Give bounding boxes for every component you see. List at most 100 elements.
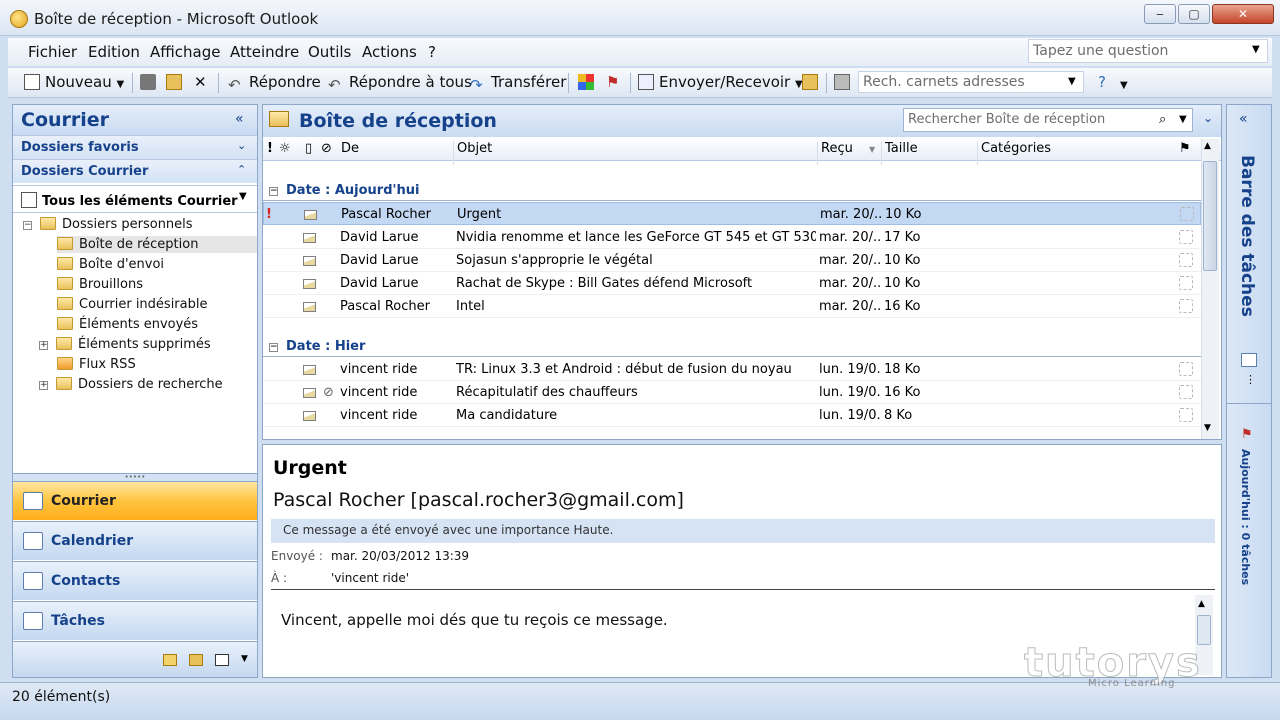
all-mail-items-selector[interactable]: Tous les éléments Courrier	[13, 185, 257, 213]
expand-icon[interactable]: +	[39, 381, 48, 390]
menu-outils[interactable]: Outils	[308, 43, 351, 61]
to-value[interactable]: 'vincent ride'	[331, 571, 409, 585]
expand-search-icon[interactable]: ⌄	[1203, 111, 1213, 125]
move-to-folder-icon[interactable]	[166, 73, 187, 91]
group-header-today[interactable]: − Date : Aujourd'hui	[263, 179, 1203, 201]
flag-icon[interactable]	[1179, 253, 1193, 267]
flag-icon[interactable]	[1179, 299, 1193, 313]
mail-row[interactable]: vincent ride TR: Linux 3.3 et Android : …	[263, 358, 1201, 381]
scroll-thumb[interactable]	[1203, 161, 1217, 271]
menu-atteindre[interactable]: Atteindre	[230, 43, 299, 61]
reply-all-button[interactable]: ↶ Répondre à tous	[328, 73, 472, 94]
flag-icon[interactable]	[1179, 362, 1193, 376]
flag-status-column-icon[interactable]: ⚑	[1179, 141, 1191, 156]
menu-help[interactable]: ?	[428, 43, 436, 61]
collapse-icon[interactable]: −	[23, 221, 32, 230]
menu-affichage[interactable]: Affichage	[150, 43, 220, 61]
print-icon[interactable]	[140, 73, 161, 91]
tree-folder-junk[interactable]: Courrier indésirable	[57, 297, 207, 312]
categorize-icon[interactable]	[578, 73, 599, 91]
nav-button-mail[interactable]: Courrier	[13, 481, 257, 520]
icon-column-icon[interactable]: ▯	[305, 141, 312, 156]
outlook-app-icon[interactable]	[10, 10, 28, 28]
tree-personal-folders[interactable]: − Dossiers personnels	[23, 217, 193, 232]
search-icon[interactable]: ⌕	[1159, 112, 1166, 127]
flag-icon[interactable]	[1179, 230, 1193, 244]
notes-icon[interactable]	[163, 654, 177, 666]
favorite-folders-header[interactable]: Dossiers favoris	[13, 135, 257, 159]
mail-folders-header[interactable]: Dossiers Courrier	[13, 159, 257, 183]
expand-todo-bar-icon[interactable]: «	[1239, 111, 1248, 127]
tree-folder-sent[interactable]: Éléments envoyés	[57, 317, 198, 332]
mail-row[interactable]: Pascal Rocher Intel mar. 20/... 16 Ko	[263, 295, 1201, 318]
tree-folder-deleted[interactable]: + Éléments supprimés	[39, 337, 211, 352]
folder-list-icon[interactable]	[189, 654, 203, 666]
collapse-mail-folders-icon[interactable]: ⌃	[237, 163, 246, 176]
forward-button[interactable]: ↷ Transférer	[470, 73, 566, 94]
nav-button-contacts[interactable]: Contacts	[13, 561, 257, 600]
menu-fichier[interactable]: Fichier	[28, 43, 77, 61]
reminder-column-icon[interactable]: ☼	[279, 141, 291, 156]
nav-button-calendar[interactable]: Calendrier	[13, 521, 257, 560]
open-folder-icon[interactable]	[802, 73, 823, 91]
collapse-group-icon[interactable]: −	[269, 343, 278, 352]
column-categories[interactable]: Catégories	[981, 141, 1051, 156]
group-header-yesterday[interactable]: − Date : Hier	[263, 335, 1203, 357]
tree-folder-inbox[interactable]: Boîte de réception	[57, 236, 257, 253]
search-options-icon[interactable]: ▼	[1179, 114, 1187, 125]
close-button[interactable]: ✕	[1212, 4, 1274, 24]
address-book-search-input[interactable]: Rech. carnets adresses	[858, 71, 1084, 93]
column-size[interactable]: Taille	[885, 141, 918, 156]
flag-icon[interactable]	[1179, 276, 1193, 290]
help-question-input[interactable]: Tapez une question	[1028, 39, 1268, 63]
mail-row[interactable]: ! Pascal Rocher Urgent mar. 20/... 10 Ko	[263, 202, 1201, 225]
tree-folder-search[interactable]: + Dossiers de recherche	[39, 377, 223, 392]
menu-actions[interactable]: Actions	[362, 43, 417, 61]
mail-row[interactable]: ⊘ vincent ride Récapitulatif des chauffe…	[263, 381, 1201, 404]
flag-icon[interactable]	[1179, 385, 1193, 399]
more-icon[interactable]: ⋮	[1245, 373, 1256, 386]
toolbar-options-icon[interactable]: ▼	[1120, 80, 1128, 91]
help-icon[interactable]: ?	[1098, 73, 1106, 91]
new-dropdown-icon[interactable]: ▼	[117, 79, 125, 90]
column-subject[interactable]: Objet	[457, 141, 492, 156]
configure-buttons-icon[interactable]: ▼	[241, 654, 248, 664]
expand-favorites-icon[interactable]: ⌄	[237, 139, 246, 152]
scroll-down-icon[interactable]: ▼	[1204, 423, 1211, 433]
attachment-column-icon[interactable]: ⊘	[321, 141, 332, 156]
flag-icon[interactable]	[1180, 207, 1194, 221]
delete-icon[interactable]: ✕	[194, 73, 207, 91]
message-sender[interactable]: Pascal Rocher [pascal.rocher3@gmail.com]	[273, 489, 684, 511]
nav-button-tasks[interactable]: Tâches	[13, 601, 257, 640]
flag-icon[interactable]	[1179, 408, 1193, 422]
menu-edition[interactable]: Edition	[88, 43, 140, 61]
todo-today-count[interactable]: Aujourd'hui : 0 tâches	[1239, 449, 1252, 585]
collapse-group-icon[interactable]: −	[269, 187, 278, 196]
follow-up-flag-icon[interactable]: ⚑	[606, 73, 619, 91]
nav-splitter[interactable]: •••••	[13, 473, 257, 481]
send-receive-button[interactable]: Envoyer/Recevoir ▼	[638, 73, 803, 91]
maximize-button[interactable]: ▢	[1178, 4, 1210, 24]
message-list-scrollbar[interactable]: ▲ ▼	[1201, 139, 1219, 439]
shortcuts-icon[interactable]	[215, 654, 229, 666]
inbox-search-input[interactable]: Rechercher Boîte de réception	[903, 108, 1193, 132]
tree-folder-drafts[interactable]: Brouillons	[57, 277, 143, 292]
column-from[interactable]: De	[341, 141, 359, 156]
mail-row[interactable]: David Larue Sojasun s'approprie le végét…	[263, 249, 1201, 272]
address-book-icon[interactable]	[834, 73, 855, 91]
all-items-dropdown-icon[interactable]: ▼	[239, 191, 247, 202]
expand-icon[interactable]: +	[39, 341, 48, 350]
address-book-dropdown-icon[interactable]: ▼	[1068, 76, 1076, 87]
help-dropdown-icon[interactable]: ▼	[1252, 44, 1260, 55]
mail-row[interactable]: vincent ride Ma candidature lun. 19/0...…	[263, 404, 1201, 427]
reply-button[interactable]: ↶ Répondre	[228, 73, 321, 94]
calendar-icon[interactable]	[1241, 353, 1257, 367]
mail-row[interactable]: David Larue Rachat de Skype : Bill Gates…	[263, 272, 1201, 295]
importance-column-icon[interactable]: !	[267, 141, 273, 156]
importance-infobar[interactable]: Ce message a été envoyé avec une importa…	[271, 519, 1215, 543]
minimize-button[interactable]: ‒	[1144, 4, 1176, 24]
new-button[interactable]: Nouveau ▼	[24, 73, 124, 91]
scroll-up-icon[interactable]: ▲	[1204, 141, 1211, 151]
tree-folder-rss[interactable]: Flux RSS	[57, 357, 136, 372]
todo-bar-title[interactable]: Barre des tâches	[1237, 155, 1257, 317]
